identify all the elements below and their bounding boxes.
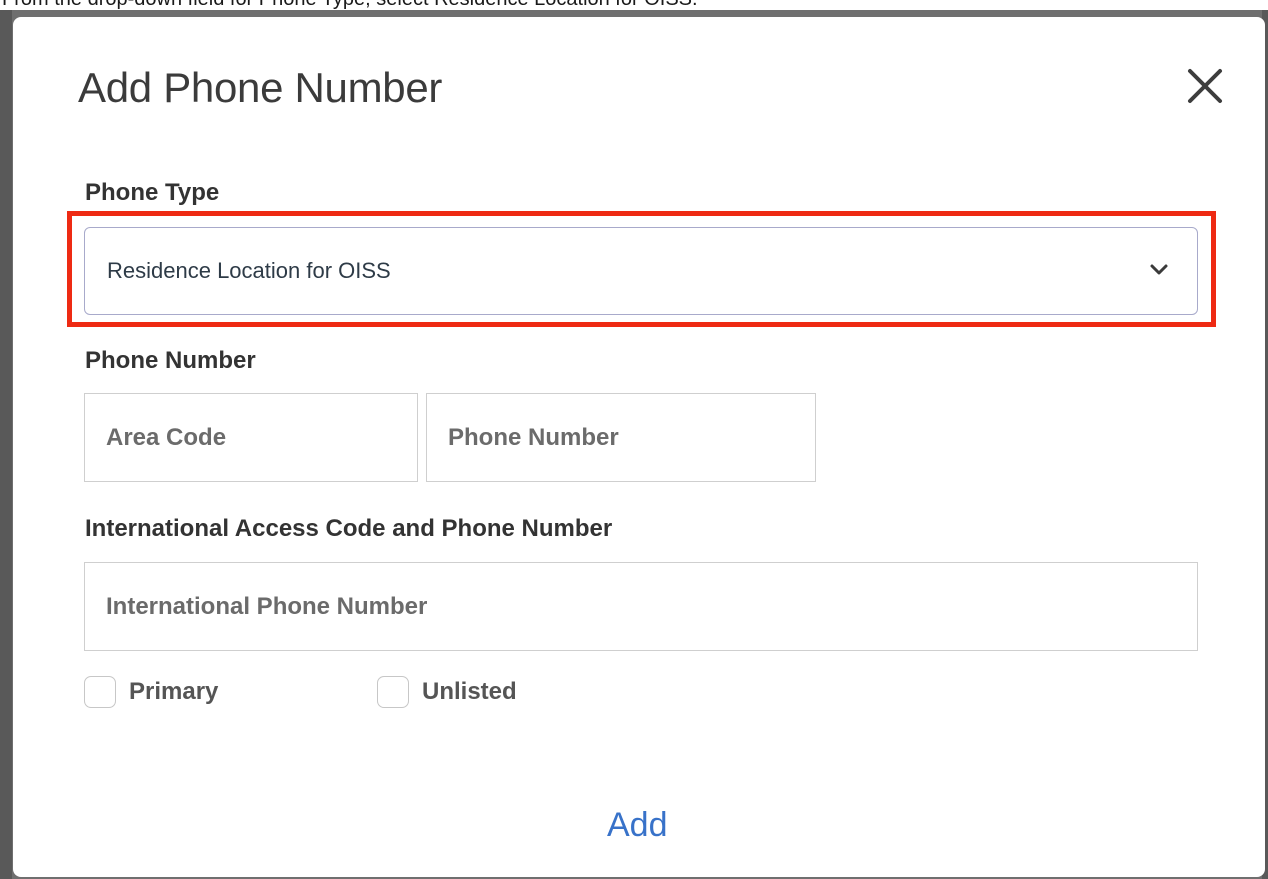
unlisted-checkbox-label: Unlisted — [422, 678, 517, 705]
phone-number-input[interactable] — [426, 393, 816, 482]
instruction-banner: From the drop-down field for Phone Type,… — [0, 0, 1268, 10]
add-button[interactable]: Add — [607, 805, 668, 845]
international-phone-input[interactable] — [84, 562, 1198, 651]
phone-number-label: Phone Number — [85, 347, 256, 374]
phone-type-label: Phone Type — [85, 179, 220, 206]
instruction-text: From the drop-down field for Phone Type,… — [2, 0, 698, 10]
primary-checkbox[interactable]: Primary — [84, 675, 218, 709]
primary-checkbox-label: Primary — [129, 678, 219, 705]
close-button[interactable] — [1181, 62, 1229, 110]
phone-type-selected-value: Residence Location for OISS — [107, 258, 391, 283]
close-icon — [1188, 69, 1222, 103]
unlisted-checkbox[interactable]: Unlisted — [377, 675, 517, 709]
unlisted-checkbox-box[interactable] — [377, 676, 409, 708]
phone-type-select[interactable]: Residence Location for OISS — [84, 227, 1198, 315]
area-code-input[interactable] — [84, 393, 418, 482]
add-phone-dialog: Add Phone Number Phone Type Residence Lo… — [13, 17, 1265, 877]
primary-checkbox-box[interactable] — [84, 676, 116, 708]
backdrop-left-edge — [0, 10, 12, 879]
dialog-title: Add Phone Number — [78, 64, 443, 111]
chevron-down-icon — [1150, 264, 1168, 275]
international-label: International Access Code and Phone Numb… — [85, 515, 613, 542]
